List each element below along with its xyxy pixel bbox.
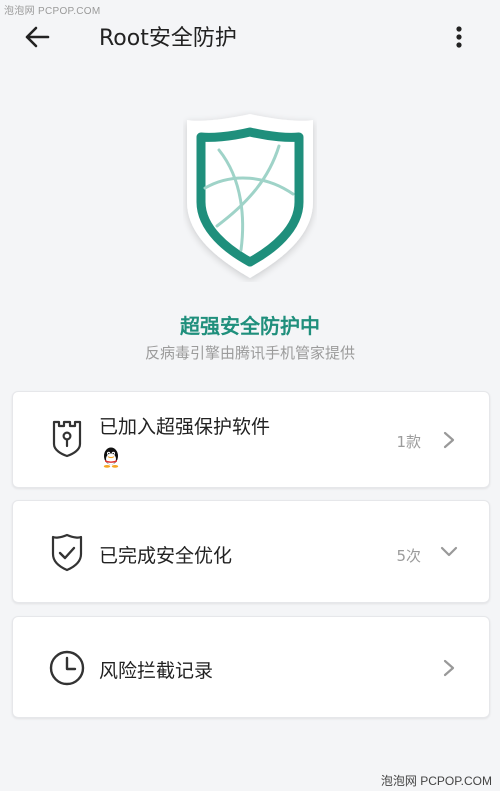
more-vertical-icon: [456, 26, 462, 48]
more-options-button[interactable]: [446, 20, 472, 54]
card-label: 风险拦截记录: [99, 660, 214, 682]
page-title: Root安全防护: [99, 26, 237, 51]
card-label: 已完成安全优化: [99, 545, 233, 567]
card-count: 1款: [396, 433, 421, 451]
arrow-left-icon: [25, 26, 50, 48]
chevron-right-icon: [439, 430, 459, 450]
protection-status-subtitle: 反病毒引擎由腾讯手机管家提供: [144, 344, 355, 362]
chevron-down-icon: [439, 542, 459, 562]
qq-penguin-icon: [101, 446, 121, 468]
clock-icon: [47, 648, 87, 688]
card-risk-intercept-log[interactable]: 风险拦截记录: [12, 616, 490, 718]
back-button[interactable]: [20, 20, 54, 54]
chevron-right-icon: [439, 658, 459, 678]
watermark-bottom: 泡泡网 PCPOP.COM: [380, 774, 492, 788]
shield-illustration: [183, 110, 317, 282]
shield-icon: [187, 114, 313, 278]
shield-check-icon: [47, 532, 87, 572]
card-label: 已加入超强保护软件: [99, 416, 271, 438]
card-count: 5次: [396, 547, 421, 565]
card-protected-apps[interactable]: 已加入超强保护软件 1款: [12, 391, 490, 488]
protection-status-title: 超强安全防护中: [180, 314, 320, 338]
app-header: Root安全防护: [0, 0, 500, 74]
tower-lock-icon: [47, 418, 87, 458]
card-security-optimization[interactable]: 已完成安全优化 5次: [12, 500, 490, 603]
